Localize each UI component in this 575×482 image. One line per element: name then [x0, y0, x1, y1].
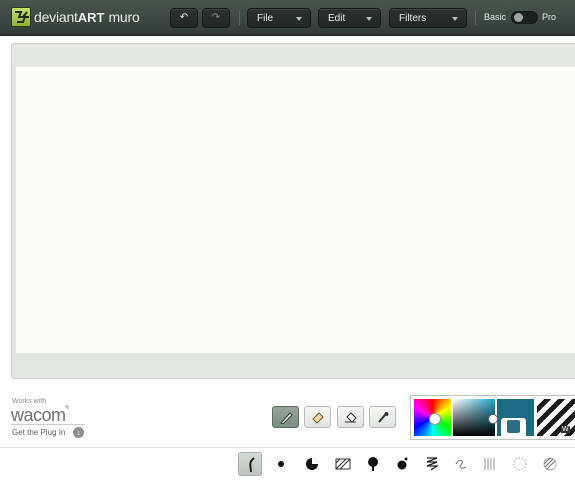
dots-brush-icon: [513, 457, 527, 471]
edit-menu[interactable]: Edit: [318, 8, 381, 28]
divider: [11, 424, 85, 425]
filters-menu[interactable]: Filters: [389, 8, 467, 28]
file-menu[interactable]: File: [247, 8, 311, 28]
brush-option-splatter[interactable]: [390, 452, 414, 476]
brush-option-pie[interactable]: [300, 452, 324, 476]
hue-cursor[interactable]: [429, 413, 441, 425]
brush-option-lines[interactable]: [478, 452, 502, 476]
toolbar-divider: [239, 11, 240, 25]
brush-icon: [280, 412, 293, 424]
eyedropper-tool-button[interactable]: [369, 406, 396, 428]
lines-brush-icon: [484, 458, 495, 470]
splatter-brush-icon: [397, 457, 408, 470]
download-icon[interactable]: ↓: [73, 427, 84, 438]
edit-menu-label: Edit: [328, 13, 346, 24]
drawing-canvas[interactable]: [16, 67, 575, 353]
eraser-tool-button[interactable]: [304, 406, 331, 428]
squiggle-brush-icon: [455, 459, 467, 469]
brush-option-hatch[interactable]: [331, 452, 355, 476]
chevron-down-icon: [296, 17, 302, 21]
filters-menu-label: Filters: [399, 13, 427, 24]
paint-bucket-icon: [345, 412, 357, 423]
brush-option-spring[interactable]: [420, 452, 444, 476]
brand-suffix: muro: [108, 9, 140, 25]
wacom-logo-text: wacom: [11, 405, 66, 425]
file-menu-label: File: [257, 13, 274, 24]
brush-option-round[interactable]: [269, 452, 293, 476]
brush-option-squiggle[interactable]: [449, 452, 473, 476]
chevron-down-icon: [366, 17, 372, 21]
undo-icon: ↶: [179, 12, 189, 23]
stripe-brush-icon: [543, 457, 557, 471]
brush-option-dots[interactable]: [508, 452, 532, 476]
shade-cursor[interactable]: [488, 414, 498, 424]
eraser-icon: [312, 412, 324, 424]
pencil-icon: [506, 419, 521, 434]
brand-bold: ART: [77, 10, 105, 25]
bucket-tool-button[interactable]: [337, 406, 364, 428]
swatch-edit-tab[interactable]: [501, 418, 526, 436]
color-picker: W: [410, 395, 575, 440]
canvas-header: [12, 44, 575, 67]
top-toolbar: deviantART muro ↶ ↷ File Edit Filters Bas…: [0, 0, 575, 36]
brush-palette: [0, 450, 575, 478]
brush-option-drip[interactable]: [361, 452, 385, 476]
panel-divider: [0, 447, 575, 448]
deviantart-logo-icon: [11, 7, 31, 27]
mode-basic-label[interactable]: Basic: [484, 12, 506, 22]
drip-brush-icon: [368, 457, 378, 471]
works-with-label: Works with: [12, 398, 47, 405]
redo-button[interactable]: ↷: [202, 8, 230, 28]
chevron-down-icon: [452, 17, 458, 21]
app-title: deviantART muro: [34, 9, 140, 25]
redo-icon: ↷: [211, 12, 221, 23]
hatch-brush-icon: [335, 458, 351, 470]
eyedropper-icon: [378, 412, 389, 423]
toggle-knob: [514, 13, 523, 22]
pie-brush-icon: [306, 458, 318, 470]
hue-wheel[interactable]: [414, 399, 451, 436]
brush-option-stripe[interactable]: [538, 452, 562, 476]
brush-tool-button[interactable]: [272, 406, 299, 428]
mode-pro-label[interactable]: Pro: [542, 12, 556, 22]
get-plugin-link[interactable]: Get the Plug In: [12, 428, 65, 437]
registered-mark: ®: [65, 405, 70, 411]
pattern-label: W: [561, 426, 570, 433]
brush-option-pencil[interactable]: [238, 452, 262, 476]
spring-brush-icon: [426, 457, 440, 471]
toolbar-divider: [475, 11, 476, 25]
round-brush-icon: [278, 461, 284, 467]
pencil-brush-icon: [249, 457, 255, 473]
undo-button[interactable]: ↶: [170, 8, 198, 28]
brand-prefix: deviant: [34, 9, 78, 25]
wacom-logo: wacom®: [11, 405, 69, 426]
canvas-frame: [11, 43, 575, 379]
mode-toggle[interactable]: [511, 11, 538, 24]
